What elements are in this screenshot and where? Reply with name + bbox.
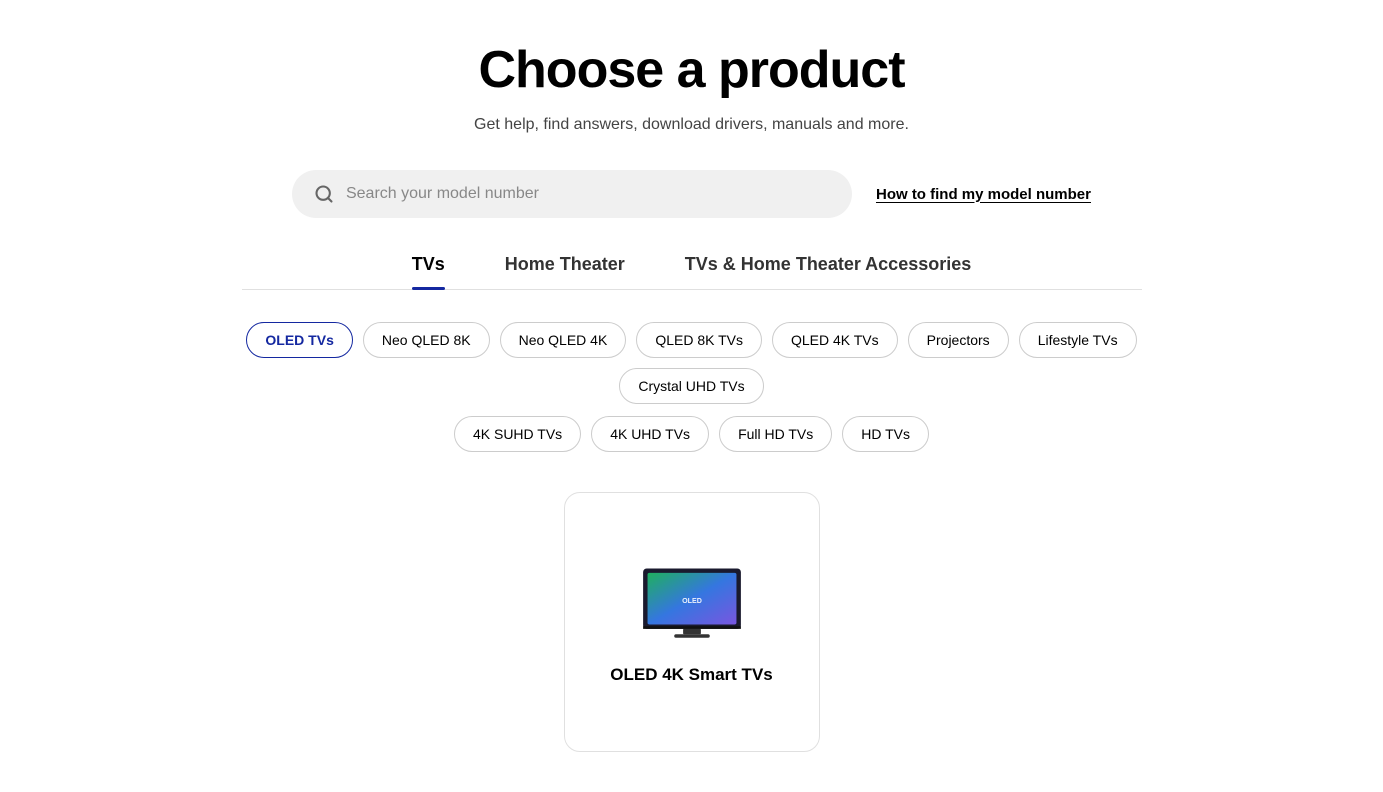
- page-title: Choose a product: [478, 40, 904, 100]
- tab-tvs[interactable]: TVs: [412, 254, 445, 289]
- filter-neo-qled-8k[interactable]: Neo QLED 8K: [363, 322, 490, 358]
- product-image: OLED: [632, 559, 752, 649]
- filter-4k-uhd-tvs[interactable]: 4K UHD TVs: [591, 416, 709, 452]
- search-icon: [314, 184, 334, 204]
- search-input[interactable]: [346, 185, 830, 203]
- page-container: Choose a product Get help, find answers,…: [142, 0, 1242, 792]
- product-label: OLED 4K Smart TVs: [610, 665, 773, 685]
- search-box: [292, 170, 852, 218]
- tab-home-theater[interactable]: Home Theater: [505, 254, 625, 289]
- tabs-row: TVs Home Theater TVs & Home Theater Access…: [242, 254, 1142, 290]
- filters-row-1: OLED TVs Neo QLED 8K Neo QLED 4KQLED 8K TV…: [192, 322, 1192, 404]
- svg-text:OLED: OLED: [682, 597, 702, 605]
- product-card-oled-4k-smart-tvs[interactable]: OLED OLED 4K Smart TVs: [564, 492, 820, 752]
- product-grid: OLED OLED 4K Smart TVs: [564, 492, 820, 752]
- filter-projectors[interactable]: Projectors: [908, 322, 1009, 358]
- filter-crystal-uhd-tvs[interactable]: Crystal UHD TVs: [619, 368, 763, 404]
- page-subtitle: Get help, find answers, download drivers…: [474, 116, 909, 134]
- filter-neo-qled-4k[interactable]: Neo QLED 4K: [500, 322, 627, 358]
- filter-qled-8k-tvs[interactable]: QLED 8K TVs: [636, 322, 762, 358]
- tab-accessories[interactable]: TVs & Home Theater Accessories: [685, 254, 971, 289]
- filter-hd-tvs[interactable]: HD TVs: [842, 416, 929, 452]
- filter-oled-tvs[interactable]: OLED TVs: [246, 322, 352, 358]
- search-row: How to find my model number: [272, 170, 1112, 218]
- filter-4k-suhd-tvs[interactable]: 4K SUHD TVs: [454, 416, 581, 452]
- model-number-link[interactable]: How to find my model number: [876, 186, 1091, 203]
- filter-lifestyle-tvs[interactable]: Lifestyle TVs: [1019, 322, 1137, 358]
- filter-qled-4k-tvs[interactable]: QLED 4K TVs: [772, 322, 898, 358]
- filter-full-hd-tvs[interactable]: Full HD TVs: [719, 416, 832, 452]
- filters-row-2: 4K SUHD TVs 4K UHD TVs Full HD TVs HD TVs: [454, 416, 929, 452]
